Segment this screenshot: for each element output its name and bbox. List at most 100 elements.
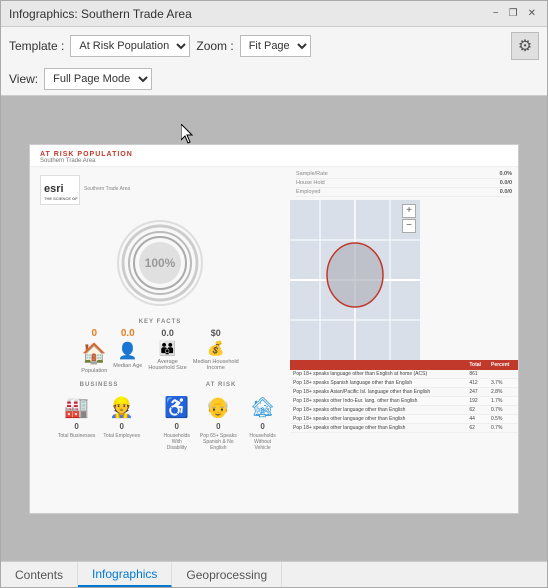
esri-logo-area: esri THE SCIENCE OF WHERE Southern Trade… [34,171,286,209]
business-label: BUSINESS [40,382,158,388]
table-cell-5-0: Pop 18+ speaks other language other than… [290,414,466,423]
key-facts-label: KEY FACTS [40,319,280,325]
main-window: Infographics: Southern Trade Area − ❐ ✕ … [0,0,548,588]
tab-geoprocessing[interactable]: Geoprocessing [172,562,282,587]
zoom-label: Zoom : [196,39,233,53]
tab-infographics[interactable]: Infographics [78,562,172,587]
table-cell-0-1: 861 [466,370,488,379]
table-cell-3-2: 1.7% [488,396,518,405]
table-cell-4-1: 62 [466,405,488,414]
minimize-button[interactable]: − [490,7,502,20]
tab-contents[interactable]: Contents [1,562,78,587]
at-risk-icons: ♿ 0 Households WithDisability 👴 0 Pop 65… [162,391,280,455]
table-row: Pop 18+ speaks Spanish language other th… [290,378,518,387]
ig-header: AT RISK POPULATION Southern Trade Area [30,145,518,167]
table-row: Pop 18+ speaks other language other than… [290,423,518,432]
fact-median-age: 0.0 👤 Median Age [113,328,142,374]
window-controls: − ❐ ✕ [490,7,539,20]
svg-text:esri: esri [44,183,64,195]
at-risk-section: AT RISK ♿ 0 Households WithDisability 👴 [162,382,280,455]
map-view[interactable]: + − [290,200,420,360]
tab-geoprocessing-label: Geoprocessing [186,568,267,582]
tab-bar: Contents Infographics Geoprocessing [1,561,547,587]
table-cell-0-2 [488,370,518,379]
biz-total-employees: 👷 0 Total Employees [103,395,140,439]
table-cell-2-1: 247 [466,387,488,396]
table-cell-2-0: Pop 18+ speaks Asian/Pacific Isl. langua… [290,387,466,396]
map-zoom-out-button[interactable]: − [402,219,416,233]
at-risk-spanish-number: 0 [216,422,220,431]
biz-total-employees-number: 0 [120,422,124,431]
biz-total-businesses-number: 0 [74,422,78,431]
table-cell-6-0: Pop 18+ speaks other language other than… [290,423,466,432]
at-risk-disability-number: 0 [175,422,179,431]
ig-left-panel: esri THE SCIENCE OF WHERE Southern Trade… [30,167,290,513]
ig-subtitle: Southern Trade Area [40,158,508,164]
settings-button[interactable]: ⚙ [511,32,539,60]
ig-subtitle2: Southern Trade Area [84,186,130,193]
esri-tagline: Southern Trade Area [84,186,130,193]
donut-label: 100% [145,256,176,270]
esri-logo: esri THE SCIENCE OF WHERE [40,175,80,205]
toolbar: Template : At Risk Population Zoom : Fit… [1,27,547,96]
fact-household-size-number: 0.0 [161,328,174,338]
stats-row-household: House Hold 0.0/0 [296,179,512,188]
donut-chart: 100% [115,218,205,308]
worker-icon: 👷 [109,395,134,420]
ig-donut-section: 100% [34,213,286,313]
fact-median-age-number: 0.0 [121,328,135,339]
biz-total-employees-label: Total Employees [103,433,140,439]
fact-income: $0 💰 Median HouseholdIncome [193,328,239,374]
stats-employed-value: 0.0/0 [500,189,512,195]
gear-icon: ⚙ [518,36,532,56]
stats-household-label: House Hold [296,180,325,186]
view-label: View: [9,72,38,86]
house-icon: 🏠 [82,341,107,366]
biz-total-businesses: 🏭 0 Total Businesses [58,395,96,439]
business-section: BUSINESS 🏭 0 Total Businesses 👷 [40,382,158,455]
at-risk-no-vehicle: 🏚 0 Households WithoutVehicle [245,395,280,451]
tab-infographics-label: Infographics [92,567,157,581]
table-row: Pop 18+ speaks language other than Engli… [290,370,518,379]
table-cell-3-0: Pop 18+ speaks other Indo-Eur. lang. oth… [290,396,466,405]
ig-at-risk-label: AT RISK POPULATION [40,151,133,158]
table-col-description [290,360,466,370]
table-cell-6-1: 62 [466,423,488,432]
ig-body: esri THE SCIENCE OF WHERE Southern Trade… [30,167,518,513]
person-icon: 👤 [118,341,138,361]
factory-icon: 🏭 [64,395,89,420]
table-cell-0-0: Pop 18+ speaks language other than Engli… [290,370,466,379]
content-area: AT RISK POPULATION Southern Trade Area [1,96,547,561]
fact-household-size: 0.0 👪 AverageHousehold Size [148,328,187,374]
map-controls: + − [402,204,416,233]
template-select[interactable]: At Risk Population [70,35,190,57]
stats-employed-label: Employed [296,189,320,195]
stats-row-sample: Sample/Rate 0.0% [296,170,512,179]
table-cell-1-1: 412 [466,378,488,387]
close-button[interactable]: ✕ [525,7,539,20]
zoom-select[interactable]: Fit Page [240,35,311,57]
stats-sample-label: Sample/Rate [296,171,328,177]
restore-button[interactable]: ❐ [506,7,521,20]
at-risk-disability: ♿ 0 Households WithDisability [162,395,191,451]
view-select[interactable]: Full Page Mode [44,68,152,90]
at-risk-section-label: AT RISK [162,382,280,388]
business-icons: 🏭 0 Total Businesses 👷 0 Total Employees [40,391,158,443]
language-data-table: Total Percent Pop 18+ speaks language ot… [290,360,518,433]
money-icon: 💰 [207,340,224,357]
toolbar-row-1: Template : At Risk Population Zoom : Fit… [9,32,539,60]
at-risk-spanish-label: Pop 65+ SpeaksSpanish & No English [199,433,237,451]
infographic-frame: AT RISK POPULATION Southern Trade Area [29,144,519,514]
facts-grid: 0 🏠 Population 0.0 👤 Median Age [40,328,280,374]
house-no-car-icon: 🏚 [250,395,275,420]
table-cell-4-0: Pop 18+ speaks other language other than… [290,405,466,414]
window-title: Infographics: Southern Trade Area [9,7,192,21]
stats-section: Sample/Rate 0.0% House Hold 0.0/0 Employ… [290,167,518,200]
data-table-section: Total Percent Pop 18+ speaks language ot… [290,360,518,513]
table-cell-6-2: 0.7% [488,423,518,432]
fact-population: 0 🏠 Population [81,328,107,374]
at-risk-no-vehicle-label: Households WithoutVehicle [245,433,280,451]
table-row: Pop 18+ speaks other language other than… [290,405,518,414]
stats-sample-value: 0.0% [499,171,512,177]
map-zoom-in-button[interactable]: + [402,204,416,218]
